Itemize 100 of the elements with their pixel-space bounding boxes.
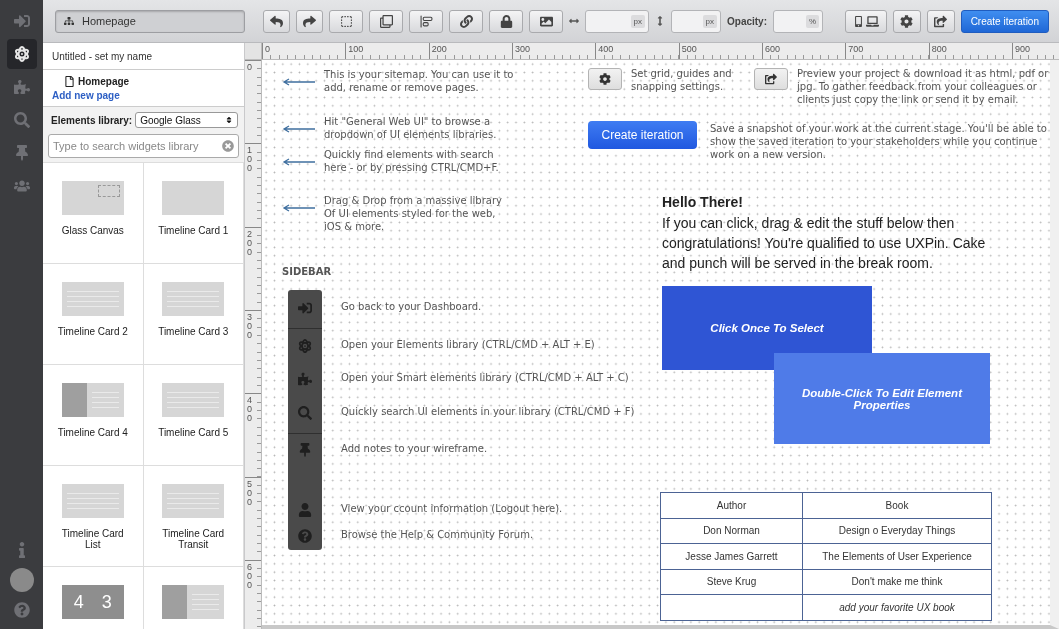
tip-text: Set grid, guides and snapping settings. bbox=[631, 67, 733, 93]
horizontal-arrows-icon bbox=[569, 16, 579, 26]
avatar[interactable] bbox=[9, 568, 34, 592]
ruler-number: 200 bbox=[431, 44, 447, 54]
toolbar-button[interactable] bbox=[892, 9, 921, 33]
ruler-number: 800 bbox=[931, 44, 947, 54]
column-header: Book bbox=[802, 492, 992, 518]
opacity-label: Opacity: bbox=[727, 15, 767, 27]
greeting-title: Hello There! bbox=[662, 194, 743, 210]
settings-icon bbox=[599, 73, 611, 85]
section-heading: SIDEBAR bbox=[282, 266, 332, 277]
canvas[interactable] bbox=[262, 60, 1059, 629]
dashed-square-icon bbox=[339, 14, 353, 28]
ruler-number: 500 bbox=[247, 479, 253, 507]
user-icon bbox=[298, 503, 312, 517]
edit-demo-block[interactable]: Double-Click To Edit Element Properties bbox=[774, 353, 990, 444]
library-dropdown[interactable]: Google Glass bbox=[135, 112, 238, 128]
sidebar-button[interactable] bbox=[6, 39, 37, 69]
ruler-number: 500 bbox=[681, 44, 697, 54]
size-field[interactable]: px bbox=[585, 9, 649, 33]
clear-icon[interactable] bbox=[222, 140, 234, 152]
ruler-number: 0 bbox=[247, 63, 253, 72]
page-item[interactable]: Homepage bbox=[52, 76, 235, 87]
widget-tile[interactable]: Timeline Card 1 bbox=[143, 163, 244, 264]
sitemap-icon bbox=[64, 16, 74, 26]
share-icon bbox=[934, 14, 948, 28]
toolbar-button[interactable] bbox=[409, 9, 443, 33]
door-arrow-icon bbox=[298, 301, 312, 315]
add-page-link[interactable]: Add new page bbox=[52, 90, 235, 101]
select-demo-block[interactable]: Click Once To Select bbox=[662, 286, 872, 370]
toolbar-button[interactable] bbox=[926, 9, 955, 33]
widget-tile[interactable]: Glass Canvas bbox=[43, 163, 144, 264]
hint-text: Quickly find elements with search here - or by pressing CTRL/CMD+F. bbox=[324, 148, 500, 174]
size-field[interactable]: px bbox=[671, 9, 721, 33]
library-label: Elements library: bbox=[51, 114, 133, 126]
ruler-number: 400 bbox=[598, 44, 614, 54]
widget-tile[interactable]: Timeline Card List bbox=[43, 466, 144, 567]
toolbar-button[interactable] bbox=[844, 9, 887, 33]
settings-button[interactable] bbox=[588, 68, 622, 90]
vertical-arrows-icon bbox=[655, 16, 665, 26]
image-placeholder bbox=[162, 585, 188, 619]
pin-icon bbox=[298, 443, 312, 457]
widget-tile[interactable]: Timeline Card Transit bbox=[143, 466, 244, 567]
ruler-number: 0 bbox=[265, 44, 270, 54]
pin-icon bbox=[13, 145, 30, 161]
tip-text: Preview your project & download it as html, pdf or jpg. To gather feedback from your colleagues or clients just copy the link or send it by email. bbox=[797, 67, 1050, 106]
puzzle-icon bbox=[298, 372, 312, 386]
toolbar-button[interactable] bbox=[449, 9, 483, 33]
toolbar-button[interactable] bbox=[296, 9, 323, 33]
page-selector[interactable]: Homepage bbox=[55, 9, 245, 33]
ruler-number: 400 bbox=[247, 396, 253, 424]
lock-icon bbox=[499, 14, 513, 28]
table-cell: Design o Everyday Things bbox=[802, 518, 992, 544]
toolbar-button[interactable] bbox=[529, 9, 563, 33]
people-icon bbox=[13, 178, 30, 194]
preview-text: 3 bbox=[101, 591, 112, 613]
toolbar-button[interactable] bbox=[329, 9, 363, 33]
ruler-number: 300 bbox=[247, 313, 253, 340]
create-iteration-button[interactable]: Create iteration bbox=[960, 9, 1049, 33]
align-icon bbox=[419, 14, 433, 28]
widget-tile[interactable]: Timeline Card 4 bbox=[43, 365, 144, 466]
hint-text: Hit "General Web UI" to browse a dropdown of UI elements libraries. bbox=[324, 115, 498, 141]
laptop-icon bbox=[865, 14, 879, 28]
widget-tile[interactable]: Timeline Card 2 bbox=[43, 264, 144, 365]
image-placeholder bbox=[61, 383, 87, 417]
door-arrow-icon bbox=[13, 13, 30, 29]
project-title[interactable]: Untitled - set my name bbox=[43, 43, 244, 70]
dropdown-arrows-icon bbox=[225, 116, 233, 124]
toolbar-button[interactable] bbox=[489, 9, 523, 33]
ruler-number: 100 bbox=[247, 146, 253, 174]
search-field[interactable]: Type to search widgets library bbox=[48, 134, 239, 158]
search-icon bbox=[298, 406, 312, 420]
phone-icon bbox=[852, 15, 864, 27]
ruler-number: 900 bbox=[1014, 44, 1030, 54]
sidebar-description: View your ccount information (Logout here). bbox=[341, 503, 563, 514]
toolbar-button[interactable] bbox=[369, 9, 403, 33]
table-cell: Steve Krug bbox=[660, 569, 803, 595]
opacity-field[interactable]: % bbox=[773, 9, 823, 33]
column-header: Author bbox=[660, 492, 803, 518]
atom-icon bbox=[13, 46, 30, 62]
widget-tile[interactable]: Timeline Card 5 bbox=[143, 365, 244, 466]
pointer-arrow bbox=[282, 158, 316, 166]
table-cell: Don Norman bbox=[660, 518, 803, 544]
help-icon bbox=[298, 529, 312, 543]
table-cell: The Elements of User Experience bbox=[802, 543, 992, 569]
preview-text: 4 bbox=[73, 591, 84, 613]
pointer-arrow bbox=[282, 78, 316, 86]
share-button[interactable] bbox=[754, 68, 788, 90]
ruler-number: 700 bbox=[848, 44, 864, 54]
ruler-number: 300 bbox=[515, 44, 530, 54]
table-cell: Jesse James Garrett bbox=[660, 543, 803, 569]
greeting-text: If you can click, drag & edit the stuff below then congratulations! You're qualified to use UXPin. Cake and punch will be served in the break room. bbox=[662, 214, 987, 273]
toolbar-button[interactable] bbox=[263, 9, 290, 33]
atom-icon bbox=[298, 339, 312, 353]
ruler-number: 100 bbox=[348, 44, 364, 54]
sidebar-description: Open your Smart elements library (CTRL/CMD + ALT + C) bbox=[341, 372, 629, 383]
settings-icon bbox=[900, 14, 914, 28]
widget-preview bbox=[162, 181, 225, 215]
create-iteration-button[interactable]: Create iteration bbox=[588, 121, 697, 149]
widget-tile[interactable]: Timeline Card 3 bbox=[143, 264, 244, 365]
